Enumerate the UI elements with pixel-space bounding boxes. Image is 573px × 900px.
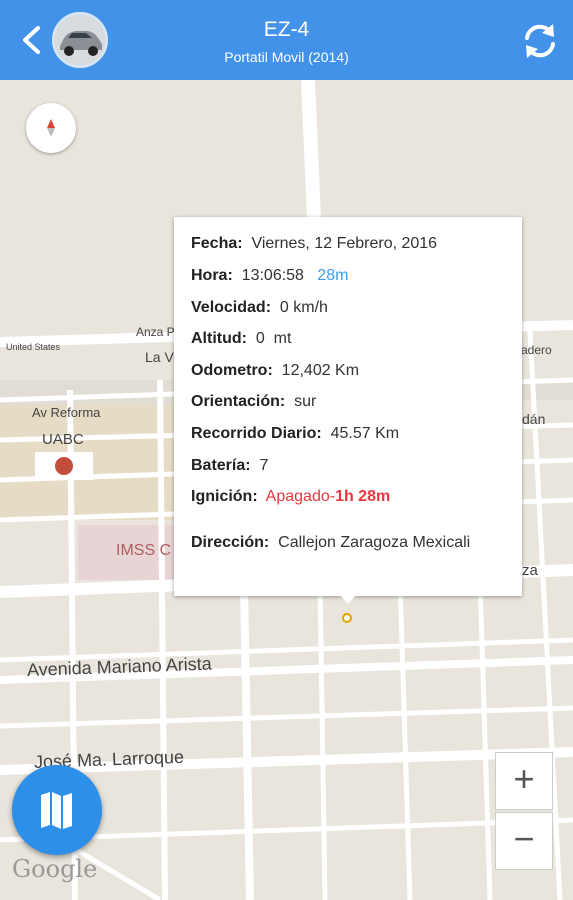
fecha-row: Fecha: Viernes, 12 Febrero, 2016	[191, 235, 437, 253]
orientacion-value: sur	[294, 393, 317, 410]
ignicion-duration: 1h 28m	[335, 488, 391, 505]
vehicle-title: EZ-4	[263, 18, 310, 41]
bateria-value: 7	[259, 457, 269, 474]
fecha-label: Fecha:	[191, 235, 243, 252]
ignicion-label: Ignición:	[191, 488, 258, 505]
refresh-icon[interactable]	[517, 18, 563, 64]
map-type-button[interactable]	[12, 765, 102, 855]
hora-elapsed: 28m	[317, 267, 349, 284]
orientacion-label: Orientación:	[191, 393, 286, 410]
compass-button[interactable]	[26, 103, 76, 153]
hora-value: 13:06:58	[241, 267, 304, 284]
map-label-uabc: UABC	[42, 431, 84, 448]
bateria-row: Batería: 7	[191, 457, 268, 475]
fecha-value: Viernes, 12 Febrero, 2016	[251, 235, 438, 252]
direccion-row: Dirección: Callejon Zaragoza Mexicali	[191, 534, 470, 552]
info-window: Fecha: Viernes, 12 Febrero, 2016 Hora: 1…	[174, 217, 522, 596]
ignicion-value: Apagado-	[265, 488, 336, 505]
velocidad-value: 0 km/h	[279, 299, 328, 316]
map-label-dan: dán	[522, 411, 546, 427]
compass-icon	[47, 119, 55, 137]
ignicion-row: Ignición: Apagado-1h 28m	[191, 488, 390, 506]
zoom-out-label: −	[513, 818, 535, 859]
recorrido-row: Recorrido Diario: 45.57 Km	[191, 425, 399, 443]
map-label-la-v: La V	[145, 349, 174, 365]
map-label-united-states: United States	[6, 342, 61, 352]
location-marker[interactable]	[342, 613, 352, 623]
direccion-value: Callejon Zaragoza Mexicali	[278, 534, 471, 551]
velocidad-row: Velocidad: 0 km/h	[191, 299, 328, 317]
odometro-row: Odometro: 12,402 Km	[191, 362, 359, 380]
map-label-imss: IMSS C	[116, 542, 172, 559]
bateria-label: Batería:	[191, 457, 251, 474]
altitud-row: Altitud: 0 mt	[191, 330, 291, 348]
zoom-in-button[interactable]: +	[495, 752, 553, 810]
odometro-label: Odometro:	[191, 362, 273, 379]
zoom-out-button[interactable]: −	[495, 812, 553, 870]
map-label-anza: Anza P	[136, 325, 175, 339]
info-window-pointer	[340, 595, 356, 604]
vehicle-subtitle: Portatil Movil (2014)	[224, 49, 349, 65]
altitud-label: Altitud:	[191, 330, 247, 347]
recorrido-value: 45.57 Km	[330, 425, 400, 442]
odometro-value: 12,402 Km	[281, 362, 360, 379]
recorrido-label: Recorrido Diario:	[191, 425, 322, 442]
hora-row: Hora: 13:06:58 28m	[191, 267, 348, 285]
hora-label: Hora:	[191, 267, 233, 284]
map-icon	[41, 792, 72, 829]
velocidad-label: Velocidad:	[191, 299, 272, 316]
map-label-madero: adero	[521, 343, 552, 357]
altitud-value: 0 mt	[255, 330, 292, 347]
top-app-bar: EZ-4 Portatil Movil (2014)	[0, 0, 573, 80]
map-label-av-reforma: Av Reforma	[32, 405, 101, 420]
direccion-label: Dirección:	[191, 534, 270, 551]
zoom-in-label: +	[513, 758, 535, 799]
google-logo: Google	[12, 855, 98, 883]
map-label-zaragoza: za	[522, 562, 538, 579]
orientacion-row: Orientación: sur	[191, 393, 316, 411]
